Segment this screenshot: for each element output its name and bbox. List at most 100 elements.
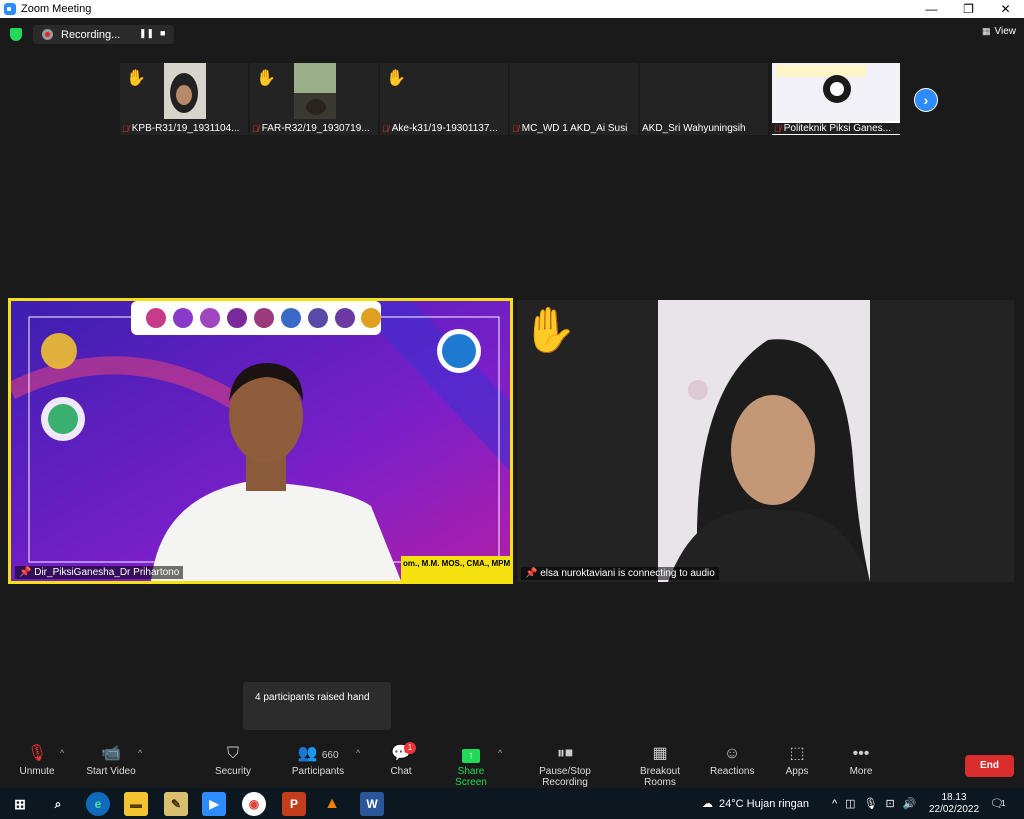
participant-name: AKD_Sri Wahyuningsih [642,123,746,134]
zoom-logo-icon [4,3,16,15]
chat-badge: 1 [404,742,416,754]
participant-video-frame [658,300,870,582]
video-off-icon: 📹 [101,745,121,762]
pause-stop-recording-label: Pause/Stop Recording [539,766,591,788]
speaker-video-frame [11,301,510,581]
more-label: More [849,766,873,777]
recording-label: Recording... [61,28,121,41]
participant-video [164,63,206,119]
notepad-icon[interactable]: ✎ [164,792,188,816]
chrome-browser-icon[interactable]: ◉ [242,792,266,816]
word-icon[interactable]: W [360,792,384,816]
edge-browser-icon[interactable]: e [86,792,110,816]
reactions-label: Reactions [710,766,755,777]
unmute-label: Unmute [19,766,55,777]
breakout-rooms-button[interactable]: ▦ Breakout Rooms [624,742,696,788]
participant-main-video[interactable]: ✋ 📌 elsa nuroktaviani is connecting to a… [517,300,1014,582]
security-button[interactable]: ⛉ Security [212,742,254,777]
volume-icon[interactable]: 🔊 [903,797,917,810]
start-video-label: Start Video [86,766,136,777]
participant-label: 🎙̸ MC_WD 1 AKD_Ai Susi [512,123,627,134]
participant-tile[interactable]: 🎙̸ Politeknik Piksi Ganes... [772,63,900,135]
reactions-button[interactable]: ☺ Reactions [710,742,754,777]
shield-icon: ⛉ [226,745,239,762]
unmute-button[interactable]: 🎙 Unmute [16,742,58,777]
apps-icon: ⬚ [789,745,805,762]
participants-button[interactable]: 👥 660 Participants [290,742,346,777]
participants-icon: 👥 660 [297,745,339,762]
weather-text: 24°C Hujan ringan [719,797,810,810]
share-screen-button[interactable]: ↑ Share Screen [442,742,500,788]
participant-name: KPB-R31/19_1931104... [131,123,240,134]
active-speaker-video[interactable]: om., M.M. MOS., CMA., MPM. 📌 Dir_PiksiGa… [8,298,513,584]
tray-overflow-icon[interactable]: ^ [832,798,837,810]
start-video-button[interactable]: 📹 Start Video [84,742,138,777]
microphone-icon[interactable]: 🎙 [864,797,878,810]
participant-tile[interactable]: AKD_Sri Wahyuningsih [640,63,768,135]
close-button[interactable]: ✕ [987,0,1024,18]
meet-now-icon[interactable]: ◫ [845,797,855,810]
weather-widget[interactable]: ☁ 24°C Hujan ringan [702,788,809,819]
share-screen-label: Share Screen [455,766,487,788]
notification-count: 1 [1000,799,1006,808]
participant-tile[interactable]: ✋ 🎙̸ Ake-k31/19-19301137... [380,63,508,135]
participant-status: elsa nuroktaviani is connecting to audio [540,568,715,579]
cloud-rain-icon: ☁ [702,798,713,810]
participant-video [294,63,336,119]
participant-name: MC_WD 1 AKD_Ai Susi [521,123,628,134]
title-bar: Zoom Meeting — ❐ ✕ [0,0,1024,18]
recording-dot-icon [42,29,53,40]
vlc-player-icon[interactable]: ▲ [320,792,344,816]
restore-button[interactable]: ❐ [950,0,987,18]
meeting-toolbar: 🎙 Unmute ^ 📹 Start Video ^ ⛉ Security 👥 … [0,742,1024,788]
pause-stop-icon: ⏸⏹ [556,745,573,762]
powerpoint-icon[interactable]: P [282,792,306,816]
next-page-button[interactable]: › [914,88,938,112]
speaker-name: Dir_PiksiGanesha_Dr Prihartono [34,567,180,578]
security-shield-icon[interactable] [10,28,22,41]
grid-icon: ▦ [981,26,991,36]
muted-mic-icon: 🎙̸ [382,123,389,134]
participant-label: 🎙̸ FAR-R32/19_1930719... [252,123,370,134]
file-explorer-icon[interactable]: ▬ [124,792,148,816]
muted-mic-icon: 🎙̸ [252,123,259,134]
muted-mic-icon: 🎙 [26,745,48,762]
raised-hand-icon: ✋ [522,306,577,355]
share-screen-icon: ↑ [442,742,500,766]
end-meeting-button[interactable]: End [965,755,1014,777]
audio-options-caret-icon[interactable]: ^ [60,748,64,758]
participant-label: 🎙̸ KPB-R31/19_1931104... [122,123,239,134]
chat-button[interactable]: 💬 1 Chat [386,742,416,777]
windows-start-icon[interactable]: ⊞ [8,792,32,816]
video-options-caret-icon[interactable]: ^ [138,748,142,758]
participant-tile[interactable]: 🎙̸ MC_WD 1 AKD_Ai Susi [510,63,638,135]
chat-icon: 💬 1 [386,742,416,766]
pause-recording-icon[interactable]: ❚❚ [139,28,154,39]
participants-caret-icon[interactable]: ^ [356,748,360,758]
participant-video [772,63,900,121]
pause-stop-recording-button[interactable]: ⏸⏹ Pause/Stop Recording [516,742,614,788]
participants-count: 660 [321,750,339,761]
view-button[interactable]: ▦ View [982,26,1016,37]
participant-tile[interactable]: ✋ 🎙̸ KPB-R31/19_1931104... [120,63,248,135]
participant-tile[interactable]: ✋ 🎙̸ FAR-R32/19_1930719... [250,63,378,135]
share-options-caret-icon[interactable]: ^ [498,748,502,758]
participant-label: 🎙̸ Ake-k31/19-19301137... [382,123,498,134]
breakout-rooms-icon: ▦ [652,745,668,762]
more-button[interactable]: ••• More [846,742,876,777]
zoom-app-icon[interactable]: ▶ [202,792,226,816]
minimize-button[interactable]: — [913,0,950,18]
reactions-icon: ☺ [723,745,741,762]
clock[interactable]: 18.13 22/02/2022 [928,788,980,819]
network-icon[interactable]: ⊡ [886,797,895,810]
participant-label: AKD_Sri Wahyuningsih [642,123,746,134]
participant-name: Politeknik Piksi Ganes... [783,123,892,134]
participant-label: 🎙̸ Politeknik Piksi Ganes... [772,123,900,134]
windows-taskbar: ⊞ ⌕ e ▬ ✎ ▶ ◉ P ▲ W ☁ 24°C Hujan ringan … [0,788,1024,819]
apps-label: Apps [785,766,809,777]
apps-button[interactable]: ⬚ Apps [782,742,812,777]
notification-button[interactable]: 🗨 1 [990,788,1005,819]
stop-recording-icon[interactable]: ■ [160,28,165,38]
clock-date: 22/02/2022 [928,803,980,815]
search-icon[interactable]: ⌕ [46,792,70,816]
